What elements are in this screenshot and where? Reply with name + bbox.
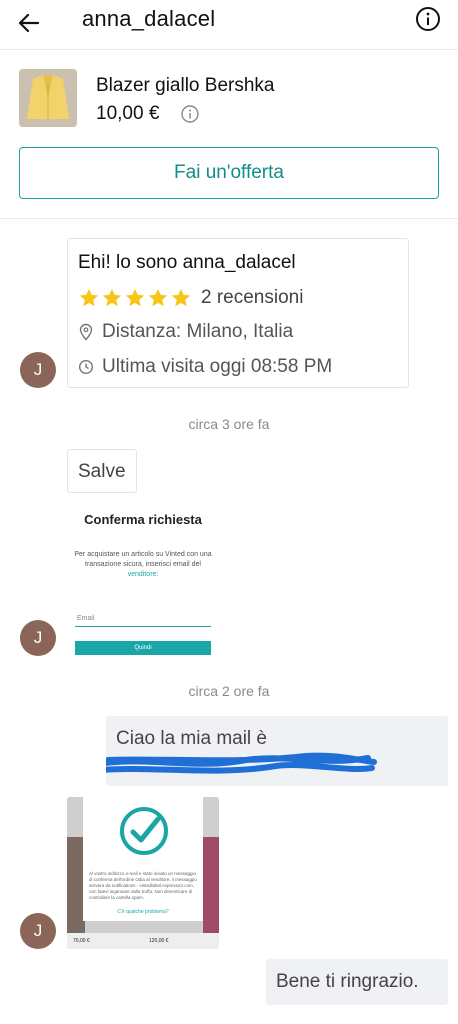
image-message-confirm-request[interactable]: Conferma richiesta Per acquistare un art… xyxy=(67,500,219,660)
avatar[interactable]: J xyxy=(20,913,56,949)
image-email-label: Email xyxy=(77,615,95,622)
redaction-scribble xyxy=(106,752,377,774)
star-icon xyxy=(125,288,145,307)
outgoing-message: Ciao la mia mail è xyxy=(106,716,448,786)
chat-title: anna_dalacel xyxy=(82,6,216,31)
profile-greeting: Ehi! lo sono anna_dalacel xyxy=(78,252,296,273)
star-icon xyxy=(102,288,122,307)
arrow-left-icon xyxy=(18,13,40,33)
avatar[interactable]: J xyxy=(20,352,56,388)
chat-header: anna_dalacel xyxy=(0,0,458,50)
info-circle-icon xyxy=(181,105,199,123)
message-text: Salve xyxy=(78,461,126,482)
outgoing-message: Bene ti ringrazio. xyxy=(266,959,448,1005)
problem-link: C'è qualche problema? xyxy=(117,909,169,915)
star-icon xyxy=(148,288,168,307)
back-button[interactable] xyxy=(14,8,44,38)
star-icon xyxy=(171,288,191,307)
image-continue-button: Quindi xyxy=(75,641,211,655)
product-summary: Blazer giallo Bershka 10,00 € Fai un'off… xyxy=(0,51,458,219)
incoming-message: Salve xyxy=(67,449,137,493)
make-offer-button[interactable]: Fai un'offerta xyxy=(19,147,439,199)
product-name: Blazer giallo Bershka xyxy=(96,75,275,96)
listing-price-right: 120,00 € xyxy=(149,938,169,944)
avatar[interactable]: J xyxy=(20,620,56,656)
reviews-count: 2 recensioni xyxy=(201,287,304,308)
image-body-text: Per acquistare un articolo su Vinted con… xyxy=(74,551,212,578)
location-pin-icon xyxy=(79,323,93,341)
image-email-underline xyxy=(75,626,211,627)
info-circle-icon xyxy=(416,7,440,31)
product-thumbnail[interactable] xyxy=(19,69,77,127)
image-message-confirmation[interactable]: Al vostro indirizzo e-mail e stato invia… xyxy=(67,797,219,949)
message-timestamp: circa 2 ore fa xyxy=(188,683,270,699)
rating-stars xyxy=(78,287,193,309)
message-text: Bene ti ringrazio. xyxy=(276,971,419,992)
product-price: 10,00 € xyxy=(96,103,160,124)
last-seen-text: Ultima visita oggi 08:58 PM xyxy=(102,356,333,377)
listing-price-left: 70,00 € xyxy=(73,938,90,944)
clock-icon xyxy=(78,359,94,375)
seller-profile-card[interactable]: Ehi! lo sono anna_dalacel 2 recensioni D… xyxy=(67,238,409,388)
blazer-image xyxy=(19,69,77,127)
image-title: Conferma richiesta xyxy=(84,512,202,527)
check-circle-icon xyxy=(120,807,168,855)
star-icon xyxy=(79,288,99,307)
confirmation-panel: Al vostro indirizzo e-mail e stato invia… xyxy=(83,797,203,921)
last-seen-row: Ultima visita oggi 08:58 PM xyxy=(78,356,332,378)
distance-row: Distanza: Milano, Italia xyxy=(78,321,293,343)
price-info-button[interactable] xyxy=(180,104,200,124)
confirmation-text: Al vostro indirizzo e-mail e stato invia… xyxy=(89,871,197,900)
distance-text: Distanza: Milano, Italia xyxy=(102,321,294,342)
message-timestamp: circa 3 ore fa xyxy=(188,416,270,432)
info-button[interactable] xyxy=(414,5,442,33)
